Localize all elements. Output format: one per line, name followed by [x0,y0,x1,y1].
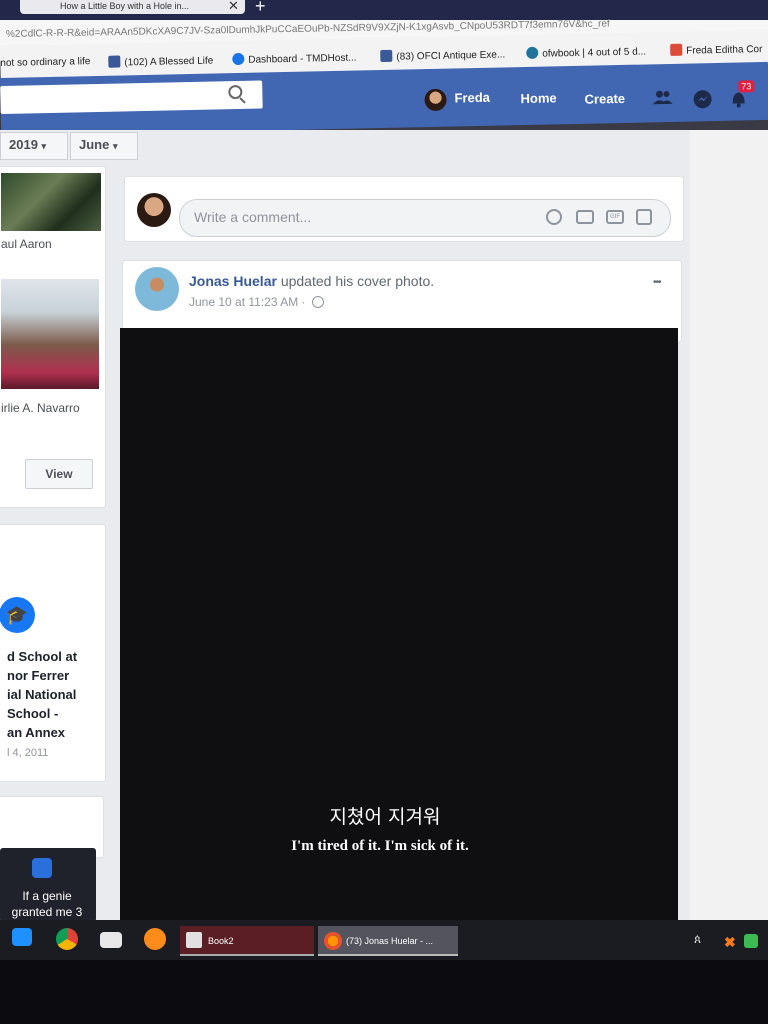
friends-icon[interactable] [652,90,673,105]
post-headline: Jonas Huelar updated his cover photo. [189,273,434,289]
bookmark-item[interactable]: (102) A Blessed Life [108,54,213,69]
taskbar: Book2 (73) Jonas Huelar - ... ጰ ✖ [0,920,768,960]
comment-placeholder: Write a comment... [194,209,312,225]
bookmark-item[interactable]: ofwbook | 4 out of 5 d... [526,44,646,60]
emoji-icon[interactable] [546,209,562,225]
bookmark-item[interactable]: Dashboard - TMDHost... [232,51,357,67]
messenger-icon[interactable] [692,89,712,109]
bookmark-item[interactable]: Freda Editha Cor [670,42,763,57]
avatar[interactable] [137,193,171,227]
friends-card: aul Aaron irlie A. Navarro View [0,166,106,508]
tray-app-icon[interactable]: ✖ [724,934,736,951]
browser-tab[interactable]: How a Little Boy with a Hole in... [20,0,245,14]
post-action: updated his cover photo. [280,273,435,289]
graduation-cap-icon: 🎓 [0,597,35,633]
post-timestamp[interactable]: June 10 at 11:23 AM · [189,295,306,309]
facebook-icon [380,49,393,63]
genie-text: If a genie granted me 3 [11,889,83,919]
search-input[interactable] [0,80,263,114]
tmd-icon [232,52,245,66]
caption-english: I'm tired of it. I'm sick of it. [291,838,469,854]
tab-title: How a Little Boy with a Hole in... [60,1,190,11]
monitor-bezel [0,960,768,1024]
create-link[interactable]: Create [584,91,625,107]
facebook-icon [108,55,121,68]
more-options-icon[interactable]: ••• [653,277,661,288]
bookmark-item[interactable]: (83) OFCI Antique Exe... [380,47,505,63]
comment-input[interactable]: Write a comment... GIF [179,199,671,237]
author-name[interactable]: Jonas Huelar [189,273,277,289]
year-select[interactable]: 2019 ▾ [0,132,68,160]
shield-icon[interactable] [744,934,758,948]
friend-photo[interactable] [1,279,99,389]
gif-icon[interactable]: GIF [606,210,624,224]
view-button[interactable]: View [25,459,93,489]
chrome-icon[interactable] [56,928,78,950]
chevron-down-icon: ▾ [112,141,118,151]
new-tab-icon[interactable]: + [255,0,266,17]
excel-icon [186,932,202,948]
school-date: l 4, 2011 [7,747,49,759]
notification-badge: 73 [738,80,755,93]
avatar[interactable] [424,88,447,112]
app-icon[interactable] [144,928,166,950]
school-card: 🎓 d School at nor Ferrer ial National Sc… [0,524,106,782]
search-icon[interactable] [228,84,243,100]
tab-close-icon[interactable]: ✕ [228,0,239,14]
media-player-icon[interactable] [12,928,32,946]
google-plus-icon [670,43,683,56]
profile-link[interactable]: Freda [454,90,490,106]
month-select[interactable]: June ▾ [70,132,138,160]
mail-icon[interactable] [100,932,122,948]
home-link[interactable]: Home [520,90,556,106]
taskbar-item-book2[interactable]: Book2 [180,926,314,956]
browser-tabstrip: How a Little Boy with a Hole in... ✕ + [0,0,768,20]
right-panel [690,130,768,930]
app-icon [32,858,52,878]
caption-korean: 지쳤어 지겨워 [329,806,441,828]
friend-photo[interactable] [1,173,101,231]
author-avatar[interactable] [135,267,179,311]
wordpress-icon [526,46,539,59]
camera-icon[interactable] [576,210,594,224]
sticker-icon[interactable] [636,209,652,225]
taskbar-item-firefox[interactable]: (73) Jonas Huelar - ... [318,926,458,956]
school-name[interactable]: d School at nor Ferrer ial National Scho… [7,647,77,742]
friend-name[interactable]: irlie A. Navarro [1,401,80,415]
comment-card: Write a comment... GIF [124,176,684,242]
firefox-icon [324,932,342,950]
people-icon[interactable]: ጰ [694,932,701,947]
chevron-down-icon: ▾ [41,141,47,151]
post-cover-photo[interactable]: 지쳤어 지겨워 I'm tired of it. I'm sick of it. [120,328,678,924]
globe-icon [311,296,324,308]
post-meta: June 10 at 11:23 AM · [189,295,324,309]
bookmark-item[interactable]: not so ordinary a life [0,56,90,69]
friend-name[interactable]: aul Aaron [1,237,52,251]
genie-notification[interactable]: If a genie granted me 3 [0,848,96,922]
